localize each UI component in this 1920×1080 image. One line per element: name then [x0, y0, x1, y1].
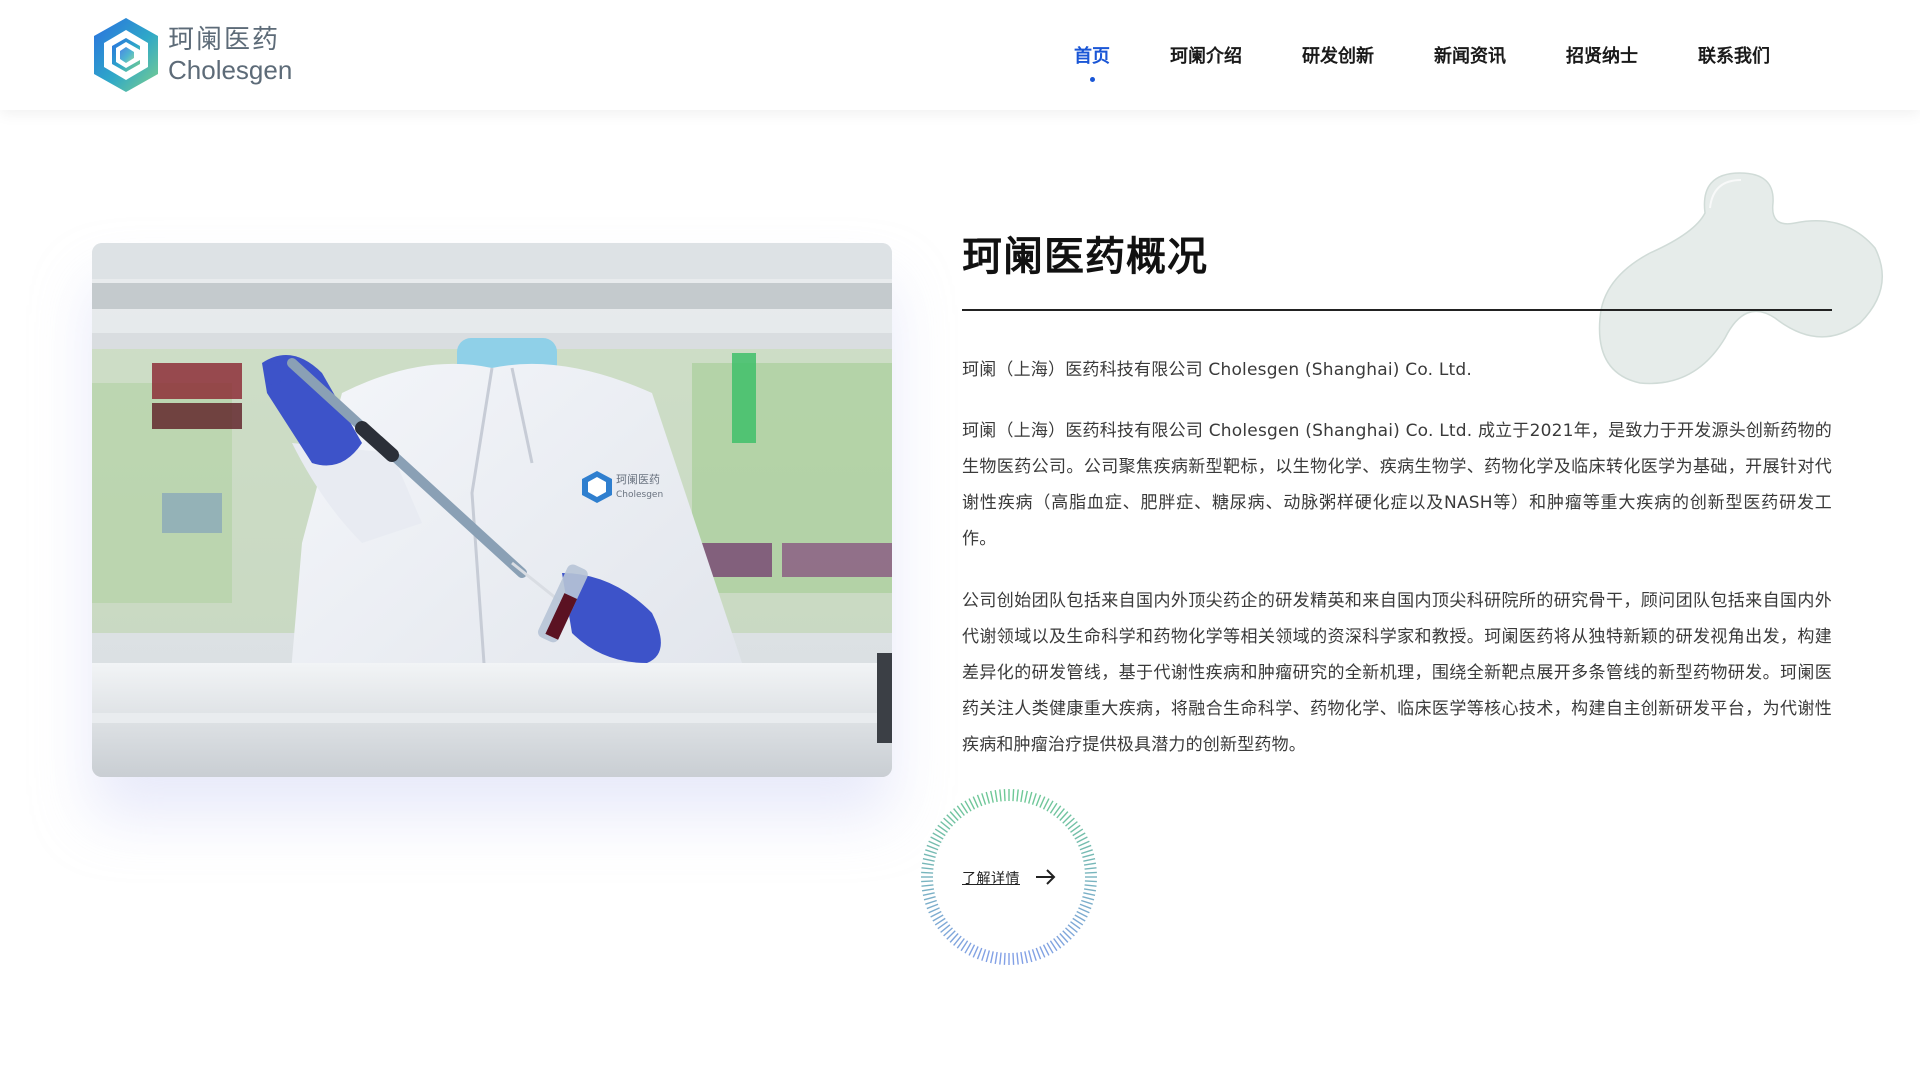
ring-tick — [921, 862, 935, 866]
ring-tick — [1027, 791, 1033, 804]
coat-logo-en: Cholesgen — [616, 490, 663, 500]
learn-more-button[interactable]: 了解详情 — [920, 788, 1098, 966]
ring-tick — [1082, 895, 1095, 901]
ring-tick — [1016, 789, 1019, 802]
ring-tick — [999, 952, 1002, 965]
nav-item-news[interactable]: 新闻资讯 — [1434, 0, 1506, 110]
nav-item-home[interactable]: 首页 — [1074, 0, 1110, 110]
ring-tick — [981, 793, 987, 805]
site-header: 珂阑医药 Cholesgen 首页 珂阑介绍 研发创新 新闻资讯 招贤纳士 联系… — [0, 0, 1920, 110]
ring-tick — [1016, 952, 1019, 965]
nav-item-careers[interactable]: 招贤纳士 — [1566, 0, 1638, 110]
ring-tick — [968, 798, 976, 810]
lab-scene-image: 珂阑医药 Cholesgen — [92, 243, 892, 777]
ring-tick — [1042, 798, 1050, 810]
ring-tick — [1079, 903, 1092, 910]
ring-tick — [1083, 888, 1097, 892]
ring-tick — [994, 951, 998, 965]
nav-item-contact[interactable]: 联系我们 — [1698, 0, 1770, 110]
ring-tick — [1076, 910, 1088, 918]
ring-tick — [921, 880, 934, 883]
ring-tick — [1079, 844, 1092, 851]
arrow-right-icon — [1036, 869, 1056, 885]
ring-tick — [1031, 793, 1037, 805]
intro-paragraph-2: 公司创始团队包括来自国内外顶尖药企的研发精英和来自国内顶尖科研院所的研究骨干，顾… — [962, 591, 1832, 755]
site-logo[interactable]: 珂阑医药 Cholesgen — [92, 16, 292, 94]
cholesgen-logo-icon — [94, 18, 158, 92]
ring-tick — [930, 836, 942, 844]
ring-tick — [1081, 849, 1093, 855]
section-title: 珂阑医药概况 — [962, 234, 1208, 280]
ring-tick — [1081, 899, 1093, 905]
ring-tick — [976, 947, 983, 960]
ring-tick — [1039, 796, 1046, 808]
ring-tick — [923, 895, 936, 901]
ring-tick — [1078, 840, 1090, 847]
ring-tick — [921, 867, 934, 870]
main-nav: 首页 珂阑介绍 研发创新 新闻资讯 招贤纳士 联系我们 — [1014, 0, 1770, 110]
coat-logo-cn: 珂阑医药 — [616, 472, 660, 486]
ring-tick — [921, 871, 934, 874]
ring-tick — [926, 844, 939, 851]
ring-tick — [1082, 853, 1095, 859]
ring-tick — [968, 944, 976, 956]
ring-tick — [981, 949, 987, 961]
ring-tick — [990, 951, 994, 964]
ring-tick — [922, 858, 935, 862]
ring-tick — [925, 849, 937, 855]
ring-tick — [1039, 946, 1046, 958]
ring-tick — [994, 789, 998, 803]
ring-tick — [1084, 884, 1097, 887]
ring-tick — [923, 853, 936, 859]
nav-item-research[interactable]: 研发创新 — [1302, 0, 1374, 110]
ring-tick — [1020, 789, 1024, 803]
ring-tick — [1020, 951, 1024, 965]
ring-tick — [1083, 862, 1097, 866]
ring-tick — [921, 888, 935, 892]
ring-tick — [1083, 892, 1096, 896]
ring-tick — [928, 840, 940, 847]
logo-name-en: Cholesgen — [168, 55, 293, 85]
ring-tick — [921, 884, 934, 887]
ring-tick — [1012, 952, 1015, 965]
ring-tick — [972, 796, 979, 808]
ring-tick — [1024, 790, 1028, 803]
ring-tick — [1084, 871, 1097, 874]
ring-tick — [926, 903, 939, 910]
ring-tick — [1076, 836, 1088, 844]
ring-tick — [1027, 950, 1033, 963]
ring-tick — [1024, 951, 1028, 964]
ring-tick — [1078, 907, 1090, 914]
ring-tick — [1084, 880, 1097, 883]
intro-paragraph-1: 珂阑（上海）医药科技有限公司 Cholesgen (Shanghai) Co. … — [962, 421, 1832, 549]
ring-tick — [999, 789, 1002, 802]
ring-tick — [1003, 952, 1006, 965]
ring-tick — [925, 899, 937, 905]
company-name-line: 珂阑（上海）医药科技有限公司 Cholesgen (Shanghai) Co. … — [962, 360, 1472, 380]
ring-tick — [1084, 867, 1097, 870]
ring-tick — [1031, 949, 1037, 961]
ring-tick — [1042, 944, 1050, 956]
nav-item-about[interactable]: 珂阑介绍 — [1170, 0, 1242, 110]
ring-tick — [990, 790, 994, 803]
title-divider — [962, 309, 1832, 311]
ring-tick — [972, 946, 979, 958]
ring-tick — [1003, 789, 1006, 802]
ring-tick — [928, 907, 940, 914]
ring-tick — [922, 892, 935, 896]
ring-tick — [985, 791, 991, 804]
learn-more-label: 了解详情 — [962, 871, 1020, 887]
ring-tick — [1035, 794, 1042, 807]
ring-tick — [1012, 789, 1015, 802]
ring-tick — [1035, 947, 1042, 960]
lab-photo: 珂阑医药 Cholesgen — [92, 243, 892, 777]
ring-tick — [985, 950, 991, 963]
logo-name-cn: 珂阑医药 — [168, 25, 281, 55]
ring-tick — [1083, 858, 1096, 862]
ring-tick — [976, 794, 983, 807]
ring-tick — [930, 910, 942, 918]
